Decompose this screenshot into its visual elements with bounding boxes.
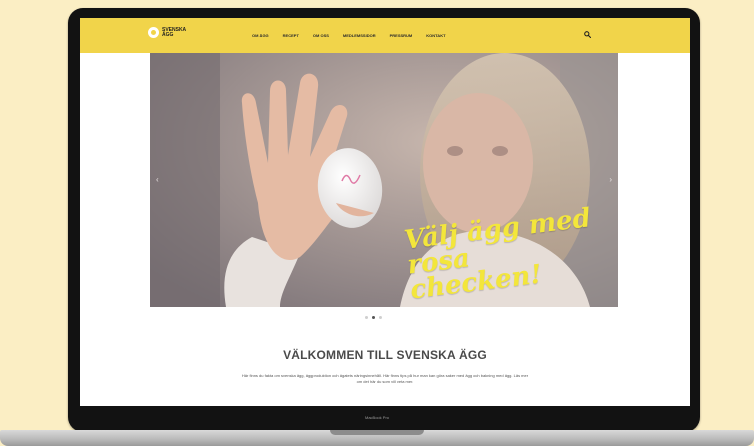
main-nav: OM ÄGG RECEPT OM OSS MEDLEMSSIDOR PRESSR… — [252, 33, 460, 38]
nav-item-medlemssidor[interactable]: MEDLEMSSIDOR — [343, 33, 376, 38]
carousel-prev-icon[interactable]: ‹ — [156, 175, 159, 184]
carousel-next-icon[interactable]: › — [609, 175, 612, 184]
welcome-heading: VÄLKOMMEN TILL SVENSKA ÄGG — [283, 348, 487, 362]
laptop-hinge — [330, 430, 424, 435]
carousel-dot[interactable] — [365, 316, 368, 319]
laptop-model-label: MacBook Pro — [364, 415, 389, 420]
nav-item-recept[interactable]: RECEPT — [283, 33, 299, 38]
egg-logo-icon — [148, 27, 159, 38]
nav-item-pressrum[interactable]: PRESSRUM — [390, 33, 413, 38]
site-header: SVENSKA ÄGG OM ÄGG RECEPT OM OSS MEDLEMS… — [80, 18, 690, 53]
search-icon[interactable] — [584, 31, 591, 38]
nav-item-om-agg[interactable]: OM ÄGG — [252, 33, 269, 38]
browser-screen: SVENSKA ÄGG OM ÄGG RECEPT OM OSS MEDLEMS… — [80, 18, 690, 406]
site-logo[interactable]: SVENSKA ÄGG — [148, 27, 190, 38]
carousel-dots — [365, 316, 382, 319]
hero-carousel[interactable]: Välj ägg med rosa checken! ‹ › — [150, 53, 618, 307]
logo-text: SVENSKA ÄGG — [162, 26, 186, 38]
carousel-dot[interactable] — [379, 316, 382, 319]
welcome-intro: Här finns du fakta om svenska ägg, äggpr… — [241, 373, 529, 384]
nav-item-om-oss[interactable]: OM OSS — [313, 33, 329, 38]
carousel-dot-active[interactable] — [372, 316, 375, 319]
nav-item-kontakt[interactable]: KONTAKT — [426, 33, 445, 38]
